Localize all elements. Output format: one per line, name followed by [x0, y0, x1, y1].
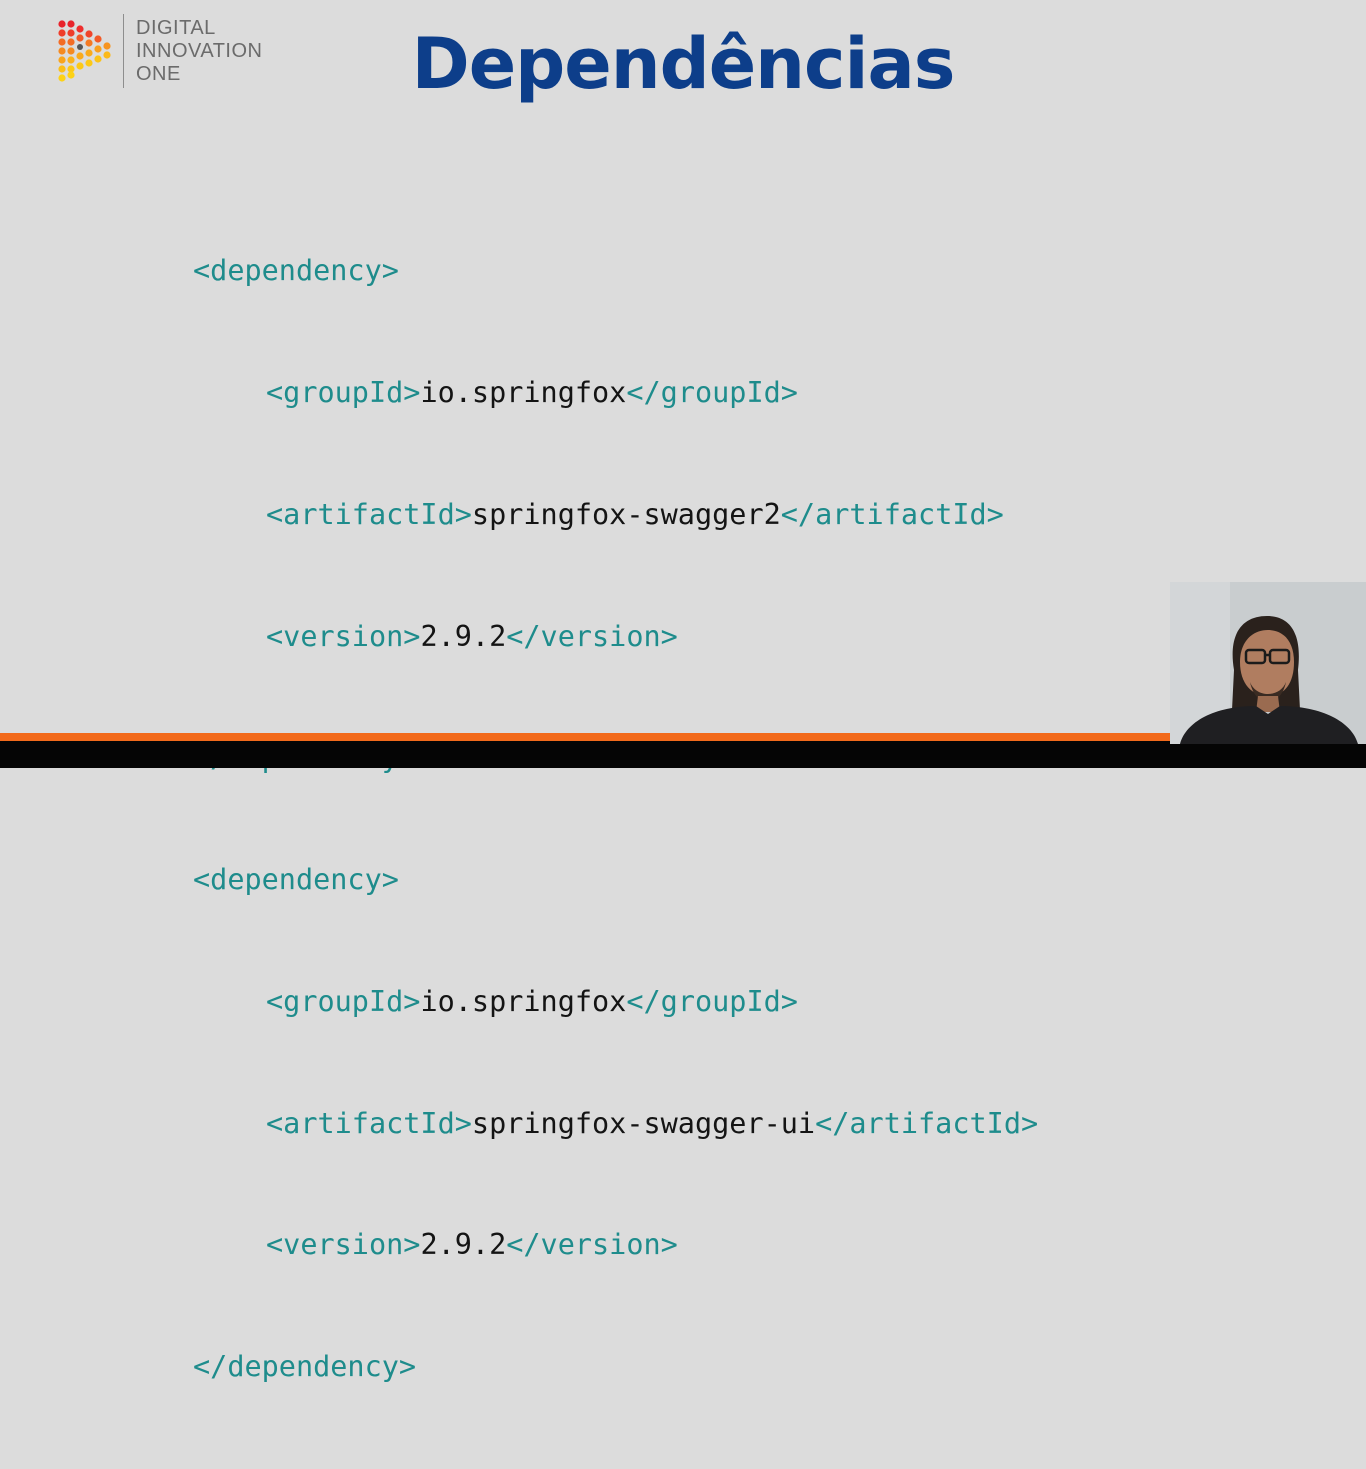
xml-value: io.springfox: [420, 984, 627, 1018]
bottom-letterbox: [0, 741, 1366, 768]
xml-value: io.springfox: [420, 375, 627, 409]
xml-value: springfox-swagger2: [471, 497, 781, 531]
xml-tag: </artifactId>: [815, 1106, 1039, 1140]
xml-tag: <groupId>: [266, 984, 421, 1018]
xml-tag: <artifactId>: [266, 497, 472, 531]
xml-tag: </groupId>: [626, 984, 798, 1018]
code-line: <groupId>io.springfox</groupId>: [193, 982, 1038, 1023]
code-line: <version>2.9.2</version>: [193, 1225, 1038, 1266]
code-line: <dependency>: [193, 860, 1038, 901]
xml-tag: </dependency>: [193, 1350, 417, 1384]
code-line: </dependency>: [193, 1347, 1038, 1388]
xml-tag: <version>: [266, 619, 421, 653]
xml-tag: <dependency>: [193, 863, 399, 897]
xml-tag: </version>: [506, 1228, 678, 1262]
accent-bar: [0, 733, 1366, 741]
code-line: <groupId>io.springfox</groupId>: [193, 373, 1038, 414]
xml-tag: </groupId>: [626, 375, 798, 409]
xml-tag: </artifactId>: [780, 497, 1004, 531]
code-block: <dependency> <groupId>io.springfox</grou…: [193, 170, 1038, 1469]
xml-tag: <groupId>: [266, 375, 421, 409]
code-line: <dependency>: [193, 251, 1038, 292]
xml-tag: <version>: [266, 1228, 421, 1262]
xml-tag: </version>: [506, 619, 678, 653]
xml-value: springfox-swagger-ui: [471, 1106, 816, 1140]
xml-value: 2.9.2: [420, 619, 507, 653]
presenter-webcam: [1170, 582, 1366, 744]
slide-title: Dependências: [411, 23, 956, 105]
code-line: <artifactId>springfox-swagger2</artifact…: [193, 495, 1038, 536]
slide: DIGITAL INNOVATION ONE Dependências <dep…: [0, 0, 1366, 1383]
xml-value: 2.9.2: [420, 1228, 507, 1262]
xml-tag: <dependency>: [193, 254, 399, 288]
presenter-figure: [1170, 582, 1366, 744]
code-line: <artifactId>springfox-swagger-ui</artifa…: [193, 1104, 1038, 1145]
xml-tag: <artifactId>: [266, 1106, 472, 1140]
code-line: <version>2.9.2</version>: [193, 617, 1038, 658]
